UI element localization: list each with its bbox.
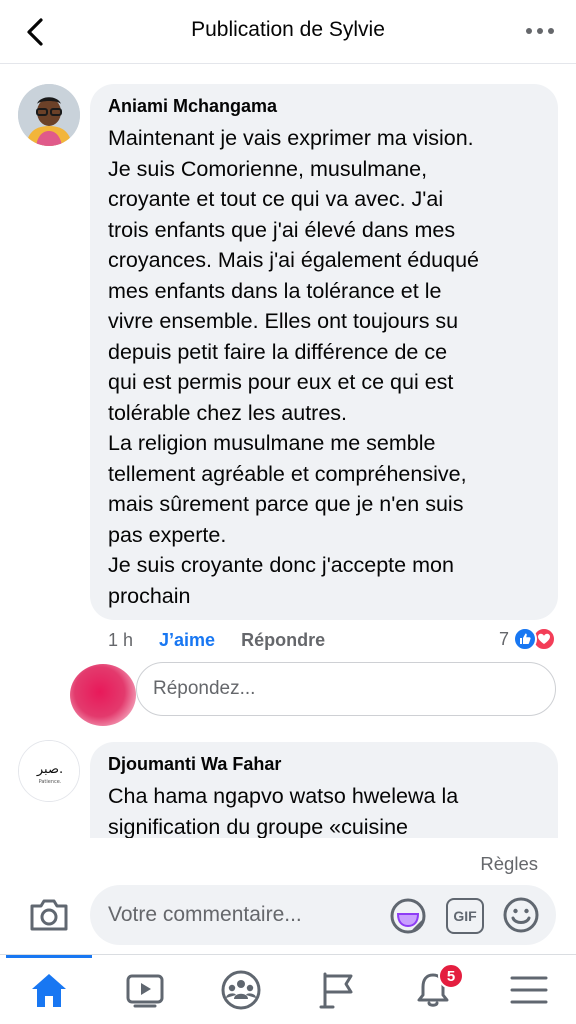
comment-author[interactable]: Djoumanti Wa Fahar xyxy=(108,754,540,775)
comment-text-line: croyante et tout ce qui va avec. J'ai xyxy=(108,187,444,211)
comment-text-line: La religion musulmane me semble xyxy=(108,431,436,455)
tab-pages[interactable] xyxy=(316,969,358,1011)
comment-text-line: qui est permis pour eux et ce qui est xyxy=(108,370,454,394)
camera-button[interactable] xyxy=(28,896,70,934)
commenter-avatar[interactable] xyxy=(18,84,80,146)
avatar-logo-text: صبر. xyxy=(36,762,63,777)
tab-home[interactable] xyxy=(28,969,70,1011)
comment-actions: 1 h J’aime Répondre xyxy=(108,627,325,653)
page-title: Publication de Sylvie xyxy=(191,18,385,41)
tab-watch[interactable] xyxy=(124,969,166,1011)
comment-text-line: pas experte. xyxy=(108,522,227,547)
like-button[interactable]: J’aime xyxy=(159,630,215,651)
comment-timestamp[interactable]: 1 h xyxy=(108,630,133,651)
groups-icon xyxy=(221,970,261,1010)
hamburger-menu-icon xyxy=(510,976,548,1004)
comment-text-line: prochain xyxy=(108,583,191,608)
comment-input[interactable]: Votre commentaire... xyxy=(90,885,556,945)
commenter-avatar[interactable]: صبر. Patience. xyxy=(18,740,80,802)
comment-bubble: Djoumanti Wa Fahar Cha hama ngapvo watso… xyxy=(90,742,558,852)
comment-bubble: Aniami Mchangama Maintenant je vais expr… xyxy=(90,84,558,620)
comment-text-line: trois enfants que j'ai élevé dans mes xyxy=(108,217,456,242)
home-icon xyxy=(32,974,66,1007)
reply-input[interactable]: Répondez... xyxy=(136,662,556,716)
profile-logo-icon: صبر. Patience. xyxy=(19,741,79,801)
comment-text-line: tellement agréable et compréhensive, xyxy=(108,461,467,486)
comment-text-line: Je suis Comorienne, musulmane, xyxy=(108,156,428,181)
notifications-badge: 5 xyxy=(438,963,464,989)
comment-text-line: vivre ensemble. Elles ont toujours su xyxy=(108,309,459,333)
reply-button[interactable]: Répondre xyxy=(241,630,325,651)
reactions-summary[interactable]: 7 xyxy=(499,626,556,652)
bottom-tab-bar: 5 xyxy=(0,954,576,1024)
comment-text-line: mes enfants dans la tolérance et le xyxy=(108,278,442,303)
tab-menu[interactable] xyxy=(508,969,550,1011)
rules-link[interactable]: Règles xyxy=(480,853,538,875)
comment-text-line: mais sûrement parce que je n'en suis xyxy=(108,492,464,516)
top-bar: Publication de Sylvie xyxy=(0,0,576,64)
more-options-button[interactable] xyxy=(524,24,556,38)
tab-groups[interactable] xyxy=(220,969,262,1011)
active-tab-indicator xyxy=(6,955,92,958)
comment-text-line: tolérable chez les autres. xyxy=(108,400,348,425)
video-icon xyxy=(126,974,164,1008)
comment-text-line: Maintenant je vais exprimer ma vision. xyxy=(108,126,474,150)
gif-button[interactable]: GIF xyxy=(446,898,484,934)
emoji-button[interactable] xyxy=(502,896,540,934)
avatar-logo-subtext: Patience. xyxy=(39,779,62,785)
camera-icon xyxy=(30,899,68,931)
comment-text-line: croyances. Mais j'ai également éduqué xyxy=(108,248,480,272)
comment-text-line: Je suis croyante donc j'accepte mon xyxy=(108,553,454,577)
flag-icon xyxy=(319,972,353,1009)
more-dots-icon xyxy=(526,28,554,34)
sticker-icon xyxy=(390,898,426,934)
sticker-button[interactable] xyxy=(388,896,428,936)
my-avatar xyxy=(70,664,136,726)
comment-composer: Règles Votre commentaire... GIF xyxy=(0,838,576,958)
comment-text-line: depuis petit faire la différence de ce xyxy=(108,339,448,364)
profile-photo-icon xyxy=(18,84,80,146)
reaction-count: 7 xyxy=(498,628,509,649)
comment-author[interactable]: Aniami Mchangama xyxy=(108,96,540,117)
emoji-icon xyxy=(503,897,539,933)
comment-text-line: Cha hama ngapvo watso hwelewa la xyxy=(108,784,459,808)
like-reaction-icon xyxy=(513,627,537,651)
